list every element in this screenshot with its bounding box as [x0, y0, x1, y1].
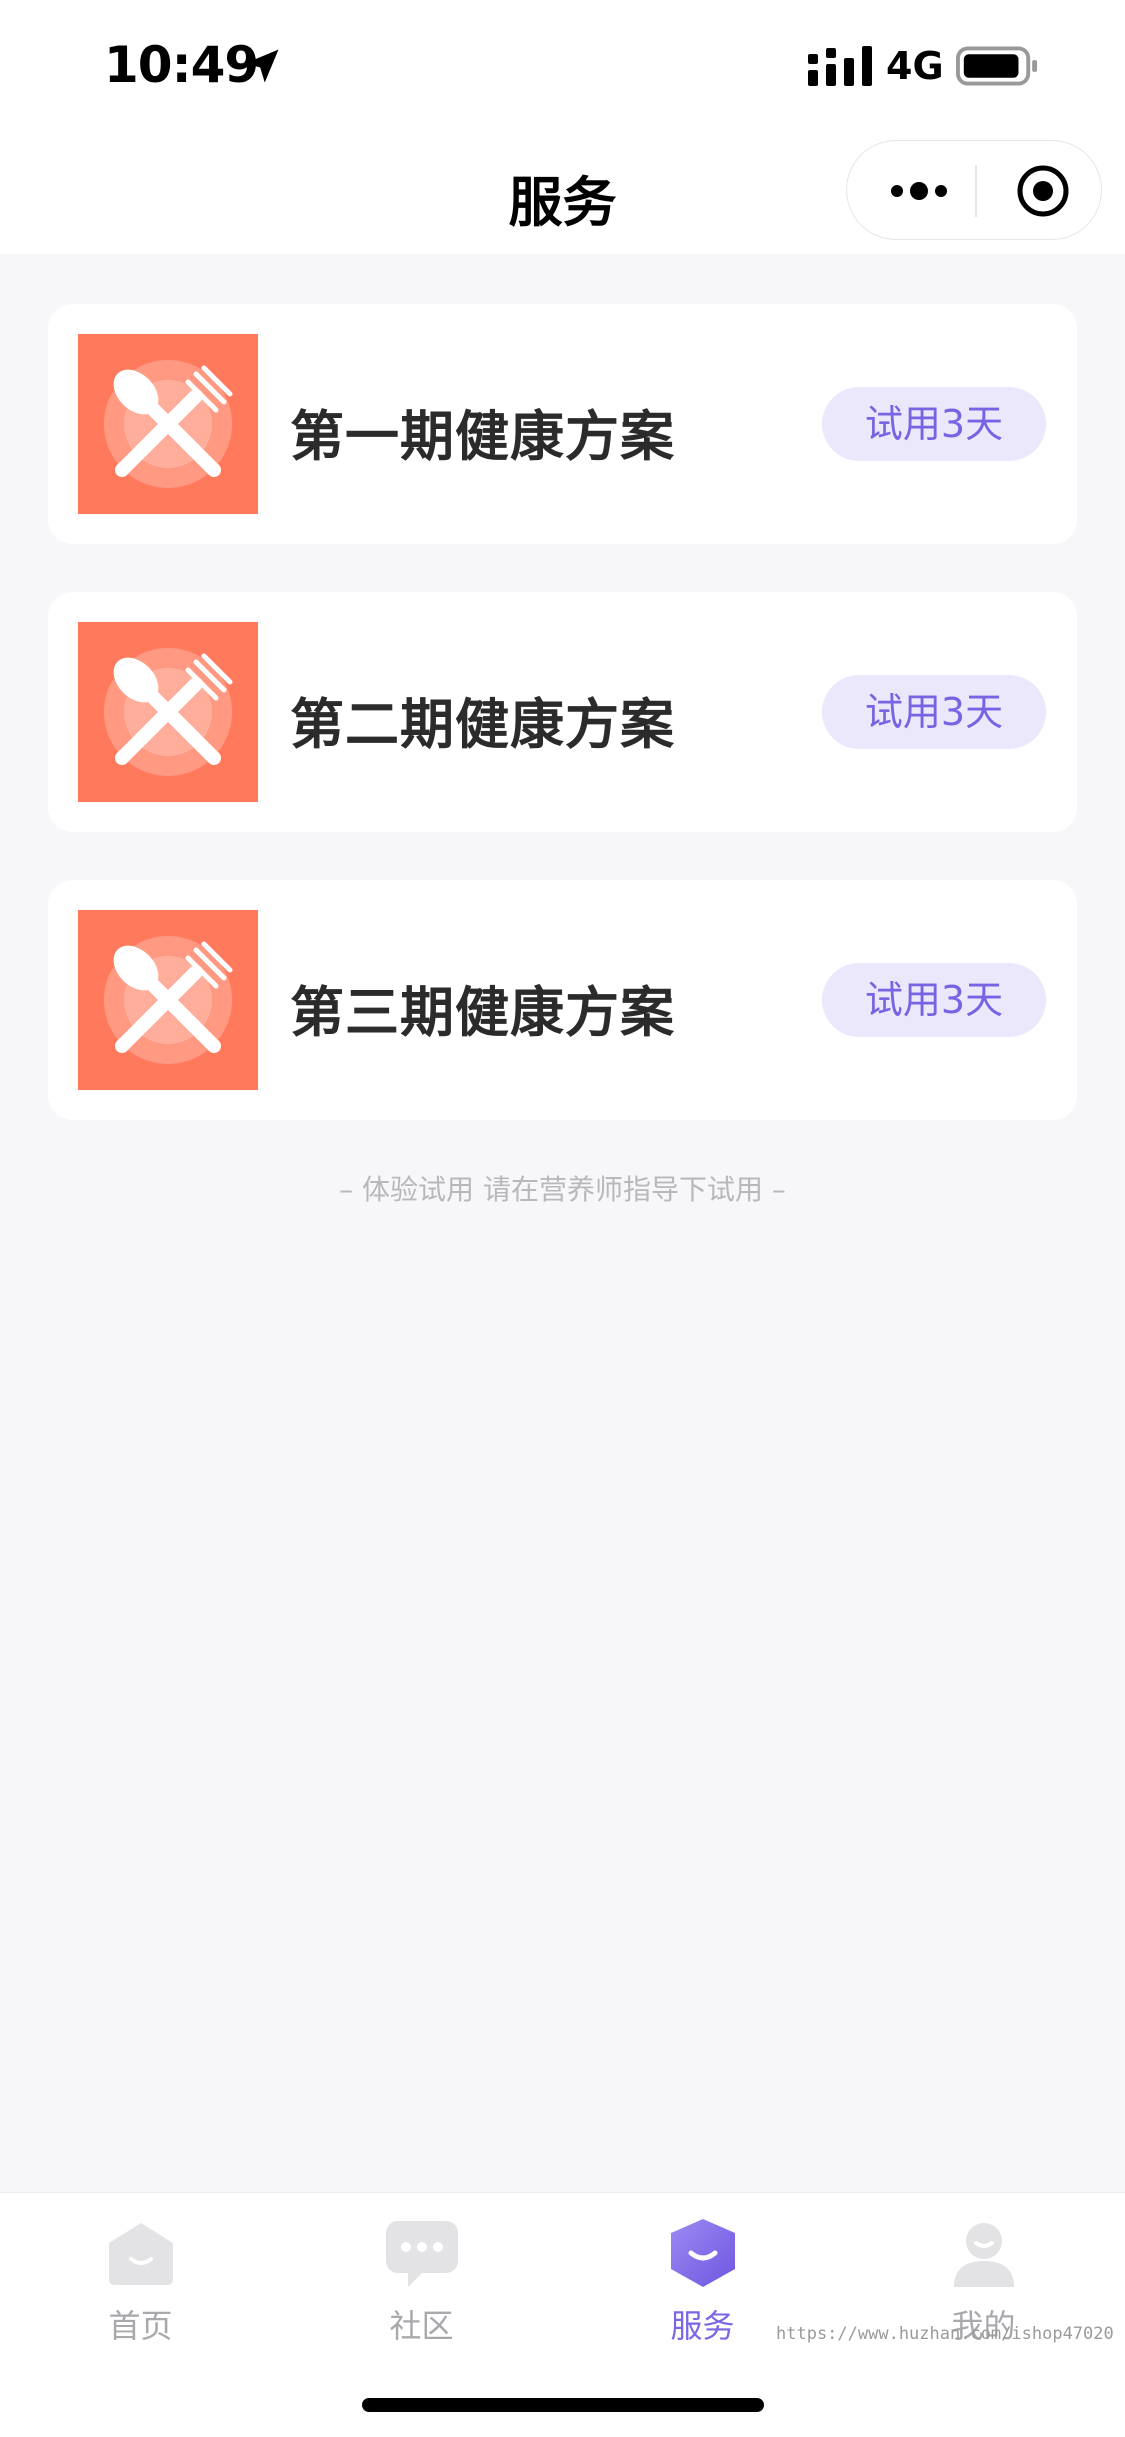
plan-title: 第一期健康方案	[290, 405, 675, 468]
status-time: 10:49	[104, 36, 259, 94]
trial-badge[interactable]: 试用3天	[822, 675, 1046, 749]
status-bar: 10:49 4G	[0, 0, 1125, 130]
miniprogram-capsule	[846, 140, 1102, 240]
nav-bar: 服务	[0, 130, 1125, 254]
home-icon	[108, 2223, 173, 2285]
capsule-divider	[975, 165, 977, 217]
close-miniprogram-icon[interactable]	[1015, 163, 1071, 219]
chat-icon	[385, 2221, 458, 2287]
tab-home[interactable]: 首页	[0, 2213, 281, 2345]
trial-badge[interactable]: 试用3天	[822, 963, 1046, 1037]
utensils-icon	[78, 334, 258, 514]
profile-icon	[953, 2223, 1014, 2287]
location-arrow-icon	[245, 49, 279, 83]
utensils-icon	[78, 622, 258, 802]
watermark-text: https://www.huzhan.com/ishop47020	[776, 2324, 1114, 2344]
plan-card[interactable]: 第一期健康方案 试用3天	[48, 304, 1077, 544]
tab-label: 社区	[389, 2307, 454, 2345]
more-icon[interactable]	[887, 171, 951, 211]
plan-thumbnail	[78, 910, 258, 1090]
trial-badge[interactable]: 试用3天	[822, 387, 1046, 461]
battery-icon	[956, 46, 1038, 86]
trial-hint: – 体验试用 请在营养师指导下试用 –	[339, 1173, 786, 1206]
plan-thumbnail	[78, 622, 258, 802]
tab-community[interactable]: 社区	[281, 2213, 562, 2345]
service-icon	[670, 2219, 735, 2287]
plan-card[interactable]: 第三期健康方案 试用3天	[48, 880, 1077, 1120]
plan-thumbnail	[78, 334, 258, 514]
plan-card[interactable]: 第二期健康方案 试用3天	[48, 592, 1077, 832]
plan-title: 第二期健康方案	[290, 693, 675, 756]
utensils-icon	[78, 910, 258, 1090]
tab-label: 首页	[108, 2307, 173, 2345]
home-indicator	[362, 2398, 764, 2412]
network-type: 4G	[886, 44, 944, 88]
plan-title: 第三期健康方案	[290, 981, 675, 1044]
signal-icon	[808, 46, 872, 86]
